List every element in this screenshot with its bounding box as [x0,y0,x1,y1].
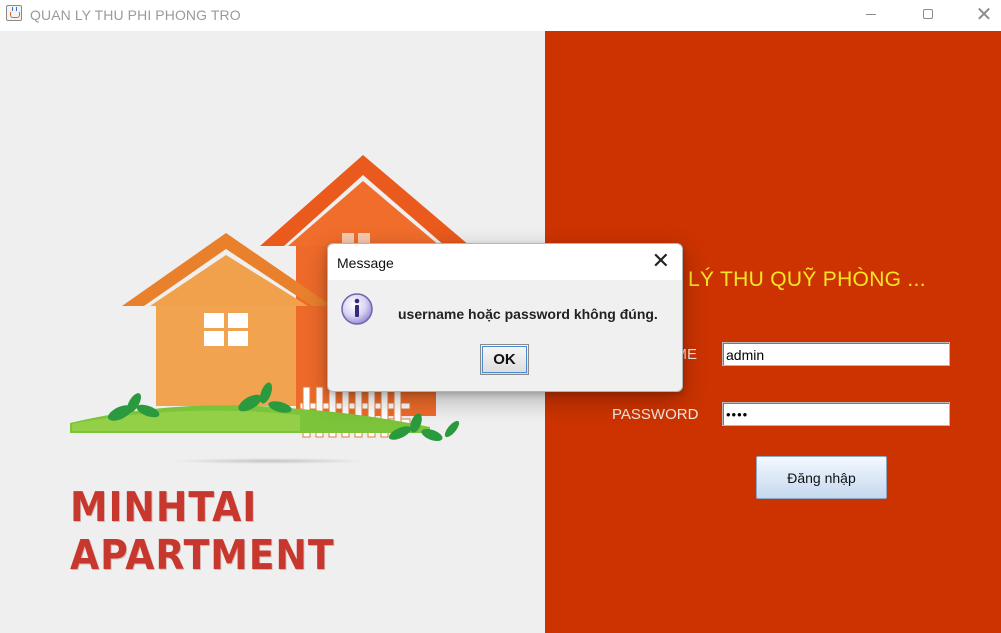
maximize-icon [923,9,933,19]
window-close-button[interactable]: ✕ [961,0,1001,28]
logo-shadow [170,458,370,464]
message-dialog: Message ✕ username hoặc password không đ… [327,243,683,392]
brand-name: MINHTAI APARTMENT [70,483,335,579]
password-label: PASSWORD [612,406,699,423]
dialog-titlebar: Message ✕ [328,244,682,280]
dialog-message: username hoặc password không đúng. [398,306,658,322]
window-titlebar: QUAN LY THU PHI PHONG TRO ✕ [0,0,1001,31]
minimize-icon [866,13,876,15]
password-input[interactable]: •••• [722,402,950,426]
java-cup-icon [6,5,22,21]
maximize-button[interactable] [905,0,951,28]
info-icon [341,293,373,325]
ok-button[interactable]: OK [480,344,529,375]
dialog-title: Message [337,255,394,271]
window-title: QUAN LY THU PHI PHONG TRO [30,7,241,23]
dialog-close-button[interactable]: ✕ [652,250,670,272]
close-icon: ✕ [975,3,993,26]
minimize-button[interactable] [848,0,894,28]
house-front-body [156,306,296,406]
login-button[interactable]: Đăng nhập [756,456,887,499]
username-input[interactable]: admin [722,342,950,366]
